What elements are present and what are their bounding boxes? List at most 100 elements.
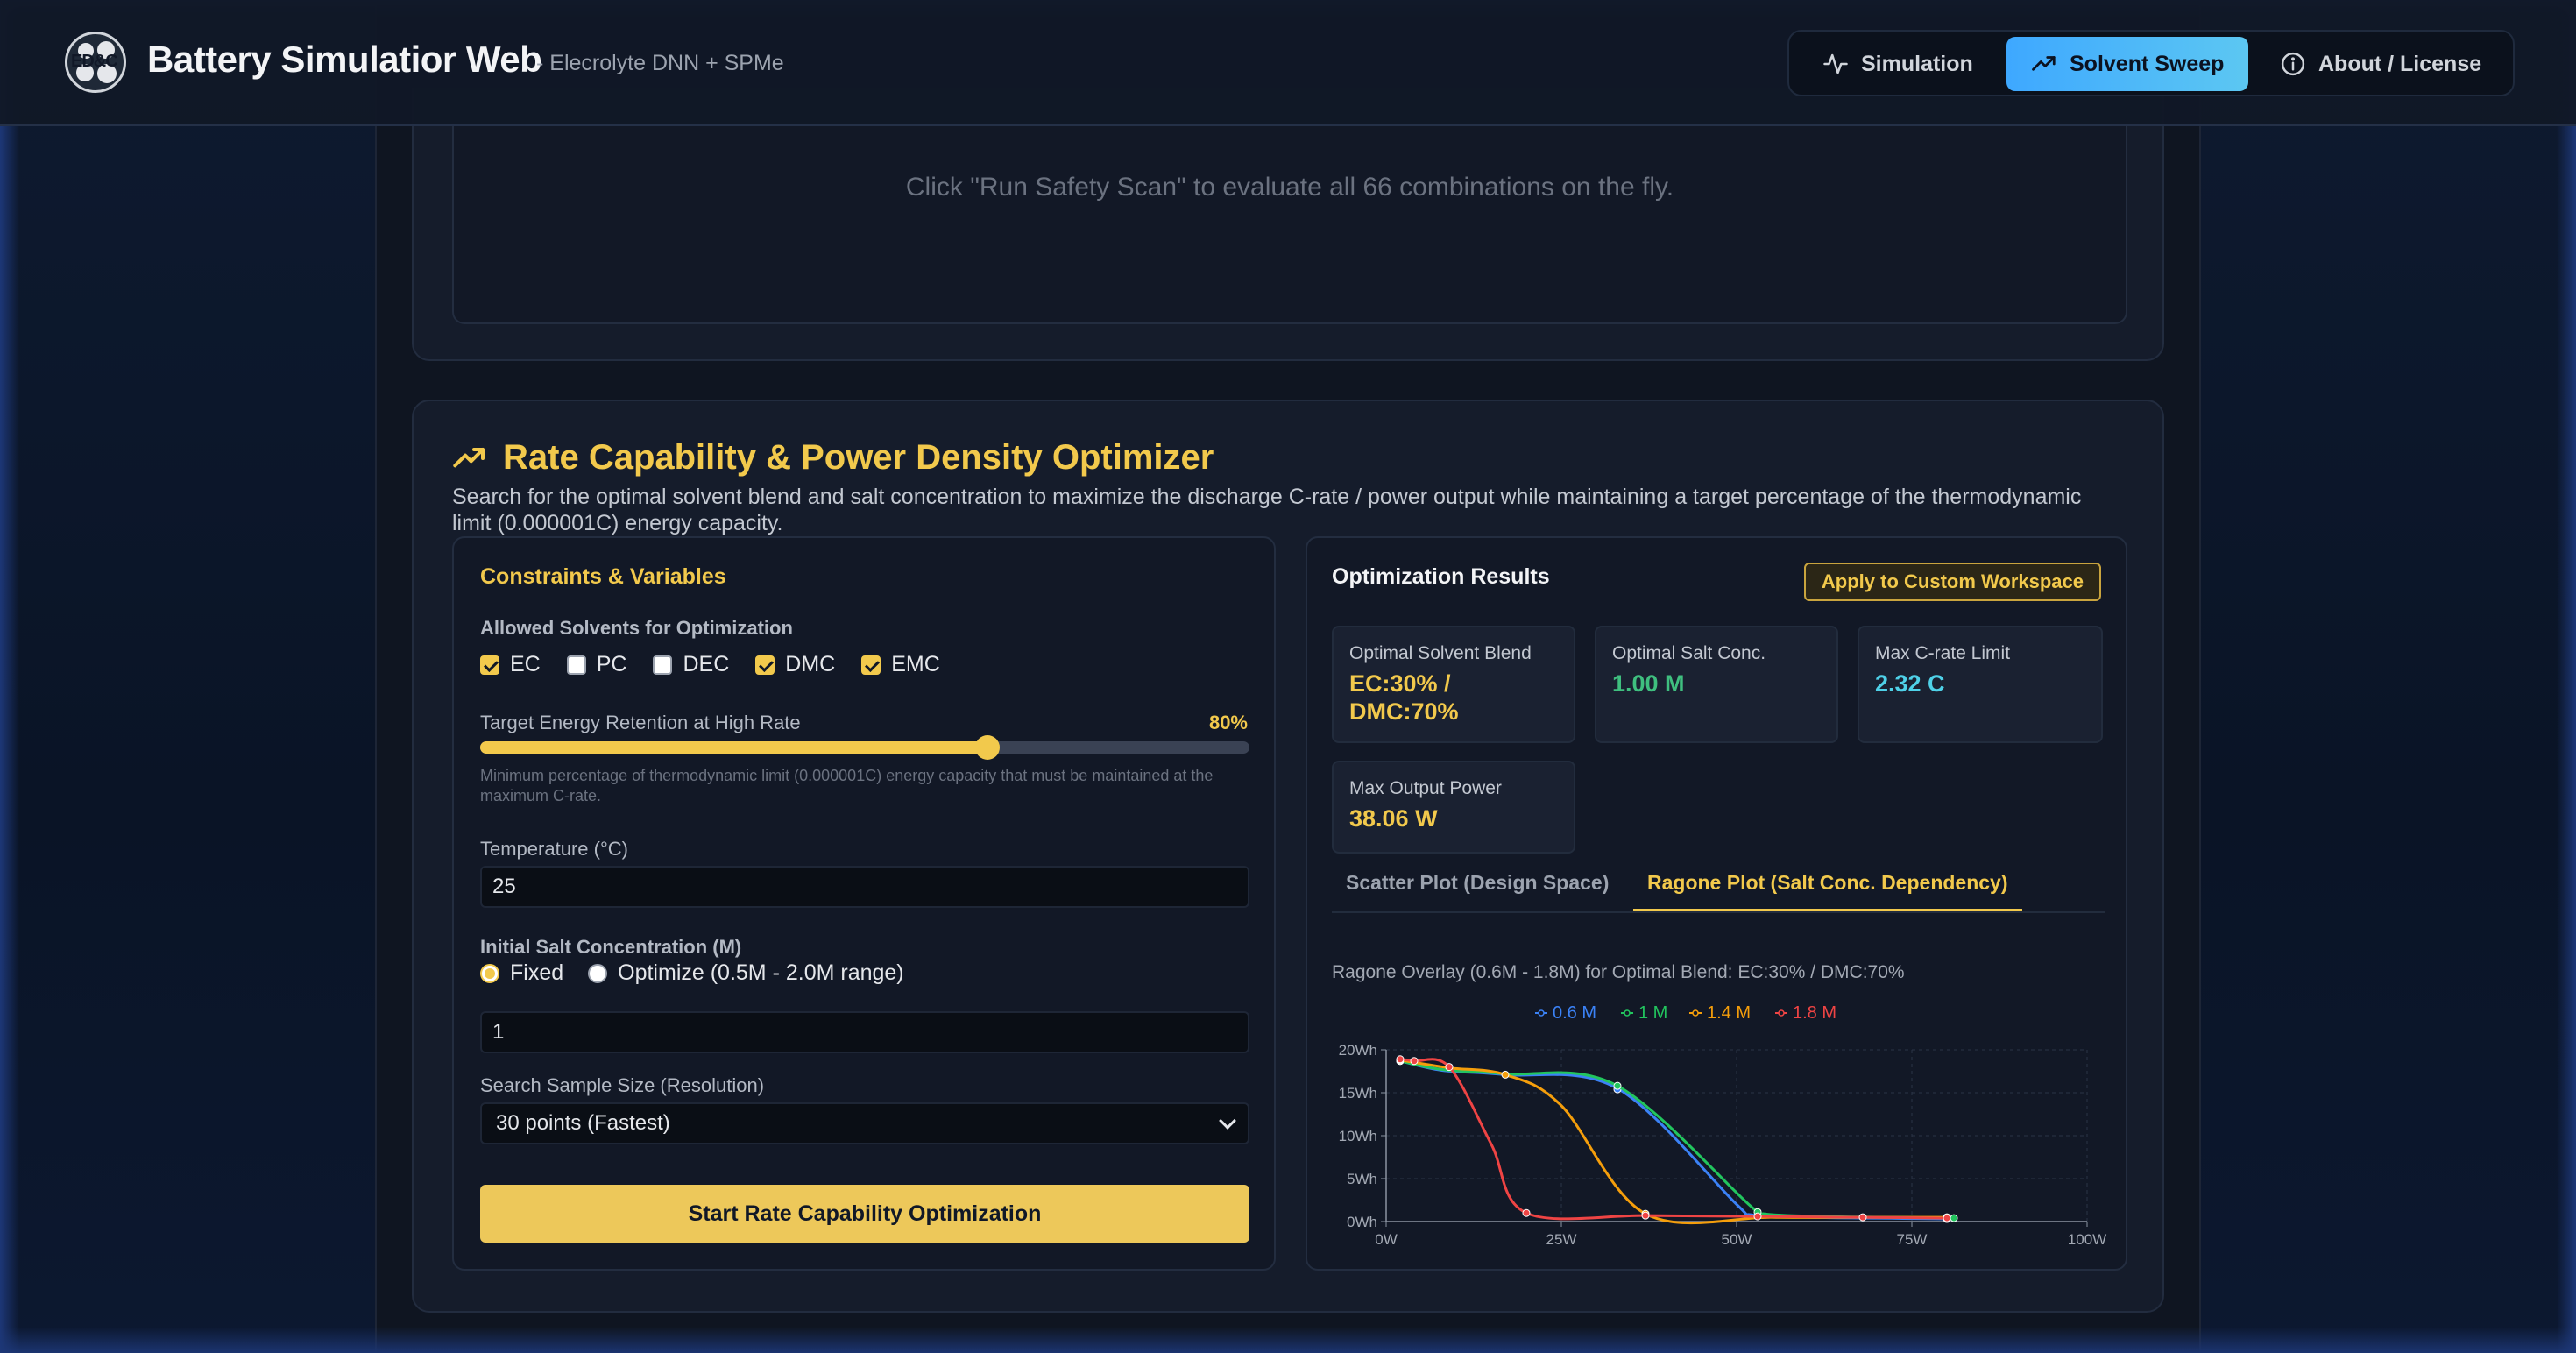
salt-concentration-input[interactable]: 1 [480, 1011, 1249, 1053]
series-line [1399, 1059, 1947, 1225]
app-subtitle: - Elecrolyte DNN + SPMe [536, 51, 784, 75]
salt-mode-optimize[interactable]: Optimize (0.5M - 2.0M range) [588, 960, 904, 986]
app-title: Battery Simulatior Web [147, 39, 542, 80]
optimizer-title: Rate Capability & Power Density Optimize… [503, 438, 1214, 477]
metric-label: Optimal Solvent Blend [1349, 643, 1532, 663]
sample-size-value: 30 points (Fastest) [496, 1111, 670, 1135]
checkbox-checked-icon[interactable] [861, 655, 881, 675]
background-left [0, 0, 377, 1353]
retention-slider[interactable] [480, 735, 1249, 760]
checkbox-checked-icon[interactable] [480, 655, 499, 675]
x-tick-label: 0W [1375, 1231, 1398, 1248]
background-right [2199, 0, 2576, 1353]
solvents-label: Allowed Solvents for Optimization [480, 617, 793, 639]
legend-label: 1.8 M [1793, 1003, 1836, 1023]
apply-workspace-button[interactable]: Apply to Custom Workspace [1803, 563, 2101, 601]
constraints-title: Constraints & Variables [480, 564, 726, 589]
safety-scan-card: Click "Run Safety Scan" to evaluate all … [412, 88, 2164, 361]
optimizer-header: Rate Capability & Power Density Optimize… [452, 438, 1214, 478]
checkbox-unchecked-icon[interactable] [653, 655, 673, 675]
y-tick-label: 15Wh [1339, 1085, 1377, 1102]
retention-slider-handle[interactable] [975, 735, 1001, 760]
metric-solvent-blend: Optimal Solvent Blend EC:30% / DMC:70% [1332, 626, 1575, 743]
solvent-checkbox-dmc[interactable]: DMC [755, 652, 835, 677]
safety-scan-placeholder: Click "Run Safety Scan" to evaluate all … [452, 123, 2127, 324]
solvent-checkbox-dec[interactable]: DEC [653, 652, 729, 677]
retention-label: Target Energy Retention at High Rate [480, 712, 801, 733]
y-tick-label: 5Wh [1347, 1171, 1377, 1187]
optimizer-description: Search for the optimal solvent blend and… [452, 485, 2082, 535]
nav-about-license[interactable]: About / License [2255, 37, 2506, 91]
legend-label: 0.6 M [1553, 1003, 1596, 1023]
results-title: Optimization Results [1332, 564, 1550, 589]
y-tick-label: 0Wh [1347, 1214, 1377, 1230]
sample-size-label: Search Sample Size (Resolution) [480, 1074, 765, 1096]
metric-value: 1.00 M [1612, 670, 1685, 697]
radio-selected-icon[interactable] [480, 963, 499, 983]
data-point [1753, 1212, 1762, 1221]
metric-max-c-rate: Max C-rate Limit 2.32 C [1858, 626, 2103, 743]
chevron-down-icon [1219, 1112, 1236, 1130]
ragone-chart: 0.6 M 1 M 1.4 M 1.8 M 0W 25W 50W 75W 100W 0Wh 5Wh 1… [1339, 1003, 2107, 1248]
data-point [1445, 1063, 1454, 1072]
legend-marker [1538, 1009, 1545, 1017]
legend-marker [1778, 1009, 1785, 1017]
nav-solvent-sweep[interactable]: Solvent Sweep [2006, 37, 2249, 91]
background-glow [2557, 0, 2576, 1353]
legend-marker [1692, 1009, 1699, 1017]
data-point [1613, 1081, 1622, 1090]
tab-ragone-plot[interactable]: Ragone Plot (Salt Conc. Dependency) [1633, 871, 2022, 911]
start-optimization-button[interactable]: Start Rate Capability Optimization [480, 1185, 1249, 1243]
metric-label: Max C-rate Limit [1875, 643, 2011, 663]
temperature-label: Temperature (°C) [480, 838, 628, 860]
retention-value: 80% [1208, 712, 1248, 733]
solvent-checkbox-pc[interactable]: PC [566, 652, 626, 677]
data-point [1501, 1070, 1510, 1079]
data-point [1858, 1213, 1867, 1222]
info-icon [2281, 52, 2305, 76]
checkbox-checked-icon[interactable] [755, 655, 775, 675]
background-glow [0, 1327, 2576, 1353]
retention-help: Minimum percentage of thermodynamic limi… [480, 767, 1214, 804]
constraints-panel: Constraints & Variables Allowed Solvents… [452, 536, 1276, 1271]
app-logo: ED&C [65, 32, 126, 93]
results-panel: Optimization Results Apply to Custom Wor… [1306, 536, 2127, 1271]
data-point [1641, 1211, 1650, 1220]
app-header: ED&C Battery Simulatior Web - Elecrolyte… [0, 0, 2576, 126]
y-tick-label: 10Wh [1339, 1128, 1377, 1144]
metric-label: Max Output Power [1349, 778, 1502, 798]
background-glow [0, 0, 19, 1353]
salt-mode-fixed[interactable]: Fixed [480, 960, 563, 986]
radio-unselected-icon[interactable] [588, 963, 608, 983]
results-tabs: Scatter Plot (Design Space) Ragone Plot … [1332, 871, 2105, 913]
metric-salt-conc: Optimal Salt Conc. 1.00 M [1595, 626, 1838, 743]
x-tick-label: 75W [1897, 1231, 1928, 1248]
x-tick-label: 100W [2068, 1231, 2106, 1248]
metric-value: EC:30% / DMC:70% [1349, 670, 1459, 725]
solvent-checkbox-ec[interactable]: EC [480, 652, 541, 677]
metric-value: 38.06 W [1349, 805, 1438, 832]
data-point [1943, 1214, 1951, 1222]
sample-size-select[interactable]: 30 points (Fastest) [480, 1102, 1249, 1144]
legend-label: 1 M [1638, 1003, 1667, 1023]
data-point [1950, 1214, 1958, 1222]
checkbox-unchecked-icon[interactable] [566, 655, 586, 675]
pulse-icon [1823, 53, 1848, 74]
legend-label: 1.4 M [1707, 1003, 1751, 1023]
nav-simulation[interactable]: Simulation [1798, 37, 1998, 91]
temperature-input[interactable]: 25 [480, 866, 1249, 908]
tab-scatter-plot[interactable]: Scatter Plot (Design Space) [1332, 871, 1623, 911]
metric-max-power: Max Output Power 38.06 W [1332, 761, 1575, 854]
trend-up-icon [2032, 56, 2056, 71]
x-tick-label: 25W [1546, 1231, 1577, 1248]
solvent-checkbox-emc[interactable]: EMC [861, 652, 940, 677]
series-line [1399, 1059, 1948, 1221]
x-tick-label: 50W [1722, 1231, 1752, 1248]
main-nav: Simulation Solvent Sweep About / License [1787, 30, 2515, 96]
legend-marker [1624, 1009, 1631, 1017]
trend-up-icon [453, 447, 485, 467]
chart-caption: Ragone Overlay (0.6M - 1.8M) for Optimal… [1332, 962, 1905, 982]
salt-mode-radios: Fixed Optimize (0.5M - 2.0M range) [480, 960, 904, 986]
metric-value: 2.32 C [1875, 670, 1945, 697]
safety-scan-message: Click "Run Safety Scan" to evaluate all … [905, 173, 1674, 202]
